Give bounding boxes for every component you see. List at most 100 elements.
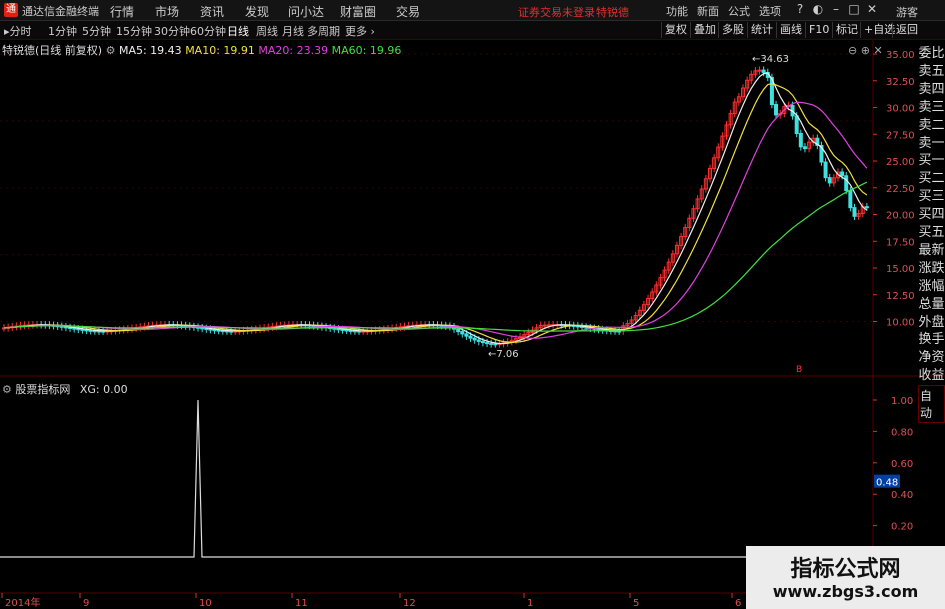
side-item[interactable]: 买四 — [918, 203, 945, 222]
app-logo-icon: 通 — [4, 3, 18, 17]
adjust-button[interactable]: 复权 — [661, 22, 690, 38]
zoom-out-icon[interactable]: ⊖ — [848, 44, 857, 57]
tab-monthly[interactable]: 月线 — [282, 23, 304, 39]
menu-xiaoda[interactable]: 问小达 — [288, 3, 324, 20]
settings-icon[interactable]: ⚙ — [106, 44, 116, 57]
price-tick-label: 17.50 — [886, 237, 915, 248]
ma60-label: MA60: 19.96 — [331, 44, 402, 57]
side-item[interactable]: 卖三 — [918, 96, 945, 115]
candle-body — [456, 328, 461, 333]
app-title: 通达信金融终端 — [22, 5, 99, 18]
candle-body — [208, 328, 213, 331]
menu-function[interactable]: 功能 — [666, 3, 688, 19]
candle-body — [336, 328, 341, 331]
f10-button[interactable]: F10 — [805, 22, 832, 38]
side-item[interactable]: 换手 — [918, 328, 945, 347]
menu-news[interactable]: 资讯 — [200, 3, 224, 20]
side-item[interactable]: 买三 — [918, 185, 945, 204]
login-notice[interactable]: 证券交易未登录 — [518, 4, 595, 20]
ma5-line — [3, 72, 868, 345]
side-item[interactable]: 最新 — [918, 239, 945, 258]
price-tick-label: 27.50 — [886, 130, 915, 141]
candle-body — [848, 190, 853, 209]
overlay-button[interactable]: 叠加 — [690, 22, 719, 38]
candle-body — [757, 69, 762, 72]
ma5-label: MA5: 19.43 — [118, 44, 182, 57]
candle-body — [827, 177, 832, 184]
sub-chart-info: ⚙ 股票指标网 XG: 0.00 — [2, 381, 128, 397]
menu-wealth[interactable]: 财富圈 — [340, 3, 376, 20]
candle-body — [200, 327, 205, 330]
skin-icon[interactable]: ◐ — [810, 2, 826, 17]
help-icon[interactable]: ? — [792, 2, 808, 17]
guest-label[interactable]: 游客 — [896, 4, 918, 20]
side-item[interactable]: 卖二 — [918, 114, 945, 133]
menu-new-page[interactable]: 新面 — [697, 3, 719, 19]
tab-intraday[interactable]: ▸分时 — [4, 23, 32, 39]
candle-body — [493, 343, 498, 346]
time-tick-label: 12 — [403, 598, 416, 609]
minimize-icon[interactable]: – — [828, 2, 844, 17]
side-item[interactable]: 买二 — [918, 167, 945, 186]
side-item[interactable]: 净资 — [918, 346, 945, 365]
zoom-in-icon[interactable]: ⊕ — [861, 44, 870, 57]
xg-line — [0, 399, 873, 558]
price-tick-label: 32.50 — [886, 77, 915, 88]
ma20-label: MA20: 23.39 — [258, 44, 329, 57]
menu-quotes[interactable]: 行情 — [110, 3, 134, 20]
side-item[interactable]: 卖一 — [918, 132, 945, 151]
login-user[interactable]: 特锐德 — [596, 4, 629, 20]
candle-body — [464, 333, 469, 337]
candle-body — [761, 69, 766, 73]
tab-more[interactable]: 更多 › — [345, 23, 375, 39]
candle-body — [864, 206, 869, 209]
side-item[interactable]: 委比 — [918, 42, 945, 61]
candle-body — [852, 207, 857, 217]
close-icon[interactable]: ✕ — [864, 2, 880, 17]
side-item[interactable]: 总量 — [918, 293, 945, 312]
tab-30min[interactable]: 30分钟 — [154, 23, 190, 39]
side-item[interactable]: 买一 — [918, 149, 945, 168]
ma20-line — [3, 101, 868, 339]
menu-trade[interactable]: 交易 — [396, 3, 420, 20]
price-tick-label: 10.00 — [886, 318, 915, 329]
menu-discover[interactable]: 发现 — [245, 3, 269, 20]
side-item[interactable]: 收益 — [918, 364, 945, 383]
low-price-label: ←7.06 — [488, 349, 519, 360]
tab-5min[interactable]: 5分钟 — [82, 23, 111, 39]
tab-multi-period[interactable]: 多周期 — [307, 23, 340, 39]
maximize-icon[interactable]: □ — [846, 2, 862, 17]
tab-daily[interactable]: 日线 — [227, 23, 249, 39]
side-item[interactable]: 卖四 — [918, 78, 945, 97]
auto-button[interactable]: 自动 — [918, 385, 945, 423]
time-tick-label: 5 — [633, 598, 639, 609]
draw-button[interactable]: 画线 — [776, 22, 805, 38]
kline-chart[interactable]: ←34.63 ←7.06 B 35.00 32.50 30.00 27.50 25.00 22… — [0, 40, 945, 609]
panel-close-icon[interactable]: ✕ — [873, 44, 882, 57]
multi-stock-button[interactable]: 多股 — [718, 22, 747, 38]
tab-1min[interactable]: 1分钟 — [48, 23, 77, 39]
tab-60min[interactable]: 60分钟 — [190, 23, 226, 39]
side-item[interactable]: 外盘 — [918, 311, 945, 330]
candle-body — [546, 324, 551, 327]
menu-market[interactable]: 市场 — [155, 3, 179, 20]
side-item[interactable]: 买五 — [918, 221, 945, 240]
tab-15min[interactable]: 15分钟 — [116, 23, 152, 39]
side-item[interactable]: 涨幅 — [918, 275, 945, 294]
sub-tick-label: 0.80 — [891, 427, 913, 438]
menu-formula[interactable]: 公式 — [728, 3, 750, 19]
candle-body — [472, 337, 477, 341]
side-item[interactable]: 卖五 — [918, 60, 945, 79]
candle-body — [774, 104, 779, 116]
side-item[interactable]: 涨跌 — [918, 257, 945, 276]
back-button[interactable]: 返回 — [892, 22, 921, 38]
sub-chart-title: 股票指标网 — [15, 383, 71, 396]
price-tick-label: 12.50 — [886, 291, 915, 302]
stats-button[interactable]: 统计 — [747, 22, 776, 38]
tab-weekly[interactable]: 周线 — [256, 23, 278, 39]
sub-settings-icon[interactable]: ⚙ — [2, 383, 12, 396]
price-tick-label: 35.00 — [886, 50, 915, 61]
mark-button[interactable]: 标记 — [832, 22, 861, 38]
candle-body — [80, 328, 85, 331]
menu-options[interactable]: 选项 — [759, 3, 781, 19]
